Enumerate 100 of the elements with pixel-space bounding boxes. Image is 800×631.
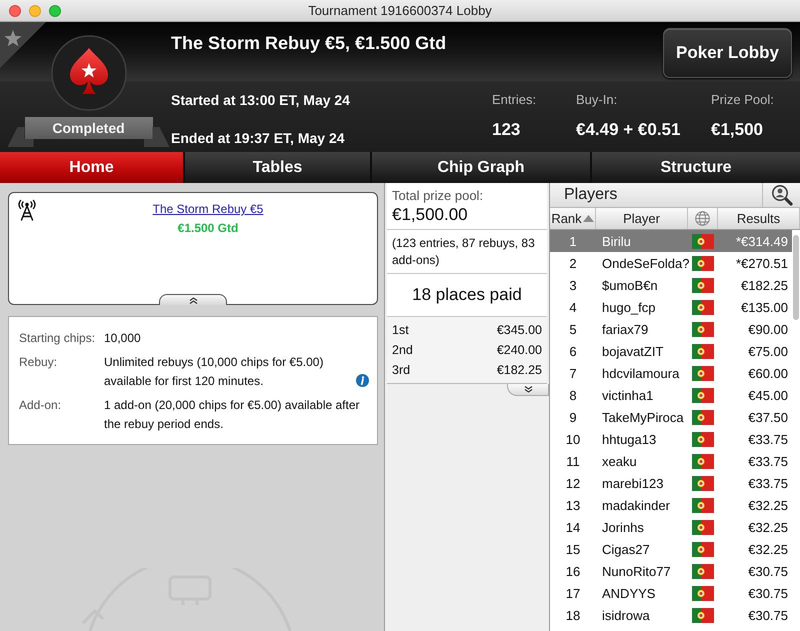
player-name: Birilu	[601, 234, 632, 248]
tournament-title: The Storm Rebuy €5, €1.500 Gtd	[171, 33, 446, 54]
spade-logo-icon	[50, 34, 128, 112]
flag-icon	[692, 366, 714, 380]
start-time: Started at 13:00 ET, May 24	[171, 92, 351, 108]
flag-icon	[692, 234, 714, 248]
column-header[interactable]: Player	[596, 208, 688, 229]
search-icon	[770, 184, 792, 206]
expand-button[interactable]	[507, 384, 549, 396]
antenna-icon	[17, 199, 37, 221]
player-result: €33.75	[747, 476, 789, 490]
prize-pool-label: Total prize pool:	[392, 188, 484, 204]
tab[interactable]: Tables	[185, 152, 370, 183]
detail-label: Starting chips:	[19, 330, 96, 347]
player-name: madakinder	[601, 498, 671, 512]
detail-label: Rebuy:	[19, 354, 58, 371]
payout-place: 3rd	[392, 363, 410, 377]
player-name: xeaku	[601, 454, 638, 468]
player-name: fariax79	[601, 322, 650, 336]
players-title: Players	[563, 185, 618, 205]
collapse-button[interactable]	[159, 294, 227, 305]
player-rank: 7	[568, 366, 578, 380]
player-name: hhtuga13	[601, 432, 658, 446]
info-icon[interactable]	[356, 374, 369, 387]
player-result: €33.75	[747, 432, 789, 446]
flag-icon	[692, 256, 714, 270]
player-result: €75.00	[747, 344, 789, 358]
payout-place: 2nd	[392, 343, 413, 357]
player-rank: 18	[564, 608, 582, 622]
detail-label: Add-on:	[19, 397, 62, 414]
player-rank: 11	[565, 454, 581, 468]
player-result: €32.25	[747, 542, 789, 556]
scrollbar-thumb[interactable]	[793, 235, 799, 320]
player-rank: 16	[564, 564, 582, 578]
end-time: Ended at 19:37 ET, May 24	[171, 130, 346, 146]
tab[interactable]: Structure	[592, 152, 800, 183]
flag-icon	[692, 454, 714, 468]
player-name: TakeMyPiroca	[601, 410, 685, 424]
player-name: $umoB€n	[601, 278, 659, 292]
player-result: *€314.49	[734, 234, 789, 248]
player-rank: 1	[568, 234, 578, 248]
payout-place: 1st	[392, 323, 409, 337]
favorite-star-icon[interactable]	[0, 22, 46, 68]
double-chevron-down-icon	[524, 386, 532, 393]
detail-value: 1 add-on (20,000 chips for €5.00) available after the rebuy period ends.	[104, 397, 360, 433]
double-chevron-up-icon	[188, 296, 198, 304]
player-rank: 9	[568, 410, 578, 424]
player-result: €32.25	[747, 520, 789, 534]
flag-icon	[692, 608, 714, 622]
flag-icon	[692, 586, 714, 600]
column-header[interactable]: Rank	[550, 208, 596, 229]
prize-pool-total: €1,500.00	[392, 204, 469, 225]
player-rank: 17	[564, 586, 582, 600]
prize-breakdown: (123 entries, 87 rebuys, 83 add-ons)	[392, 235, 536, 269]
player-result: €30.75	[747, 608, 789, 622]
player-rank: 13	[564, 498, 582, 512]
close-button[interactable]	[9, 4, 21, 16]
player-rank: 5	[568, 322, 578, 336]
flag-icon	[692, 432, 714, 446]
flag-icon	[692, 322, 714, 336]
player-result: €90.00	[747, 322, 789, 336]
payout-amount: €240.00	[496, 343, 542, 357]
flag-icon	[692, 410, 714, 424]
flag-icon	[692, 520, 714, 534]
player-rank: 14	[564, 520, 582, 534]
stat-label: Buy-In:	[576, 92, 618, 108]
flag-icon	[692, 344, 714, 358]
stat-value: €4.49 + €0.51	[576, 119, 680, 141]
player-name: ANDYYS	[601, 586, 656, 600]
tournament-link[interactable]: The Storm Rebuy €5	[152, 202, 264, 216]
player-result: €32.25	[747, 498, 789, 512]
player-rank: 2	[568, 256, 578, 270]
player-result: €182.25	[740, 278, 789, 292]
player-rank: 12	[564, 476, 582, 490]
tab[interactable]: Home	[0, 152, 183, 183]
flag-icon	[692, 476, 714, 490]
detail-value: 10,000	[104, 330, 141, 347]
column-header[interactable]: Results	[718, 208, 800, 229]
stat-value: 123	[492, 119, 520, 141]
player-rank: 8	[568, 388, 578, 402]
player-result: €135.00	[740, 300, 789, 314]
stat-label: Prize Pool:	[711, 92, 774, 108]
player-name: bojavatZIT	[601, 344, 664, 358]
status-banner: Completed	[8, 117, 170, 147]
player-row[interactable]: 1 Birilu *€314.49	[550, 230, 792, 252]
player-rank: 3	[568, 278, 578, 292]
player-rank: 10	[564, 432, 582, 446]
player-rank: 6	[568, 344, 578, 358]
player-rank: 4	[568, 300, 578, 314]
player-result: €33.75	[747, 454, 789, 468]
player-result: €30.75	[747, 586, 789, 600]
player-name: NunoRito77	[601, 564, 672, 578]
flag-icon	[692, 388, 714, 402]
flag-icon	[692, 300, 714, 314]
stat-label: Entries:	[492, 92, 536, 108]
player-result: *€270.51	[734, 256, 789, 270]
player-name: hugo_fcp	[601, 300, 656, 314]
flag-icon	[692, 542, 714, 556]
tab[interactable]: Chip Graph	[372, 152, 590, 183]
poker-lobby-button[interactable]: Poker Lobby	[663, 28, 792, 78]
